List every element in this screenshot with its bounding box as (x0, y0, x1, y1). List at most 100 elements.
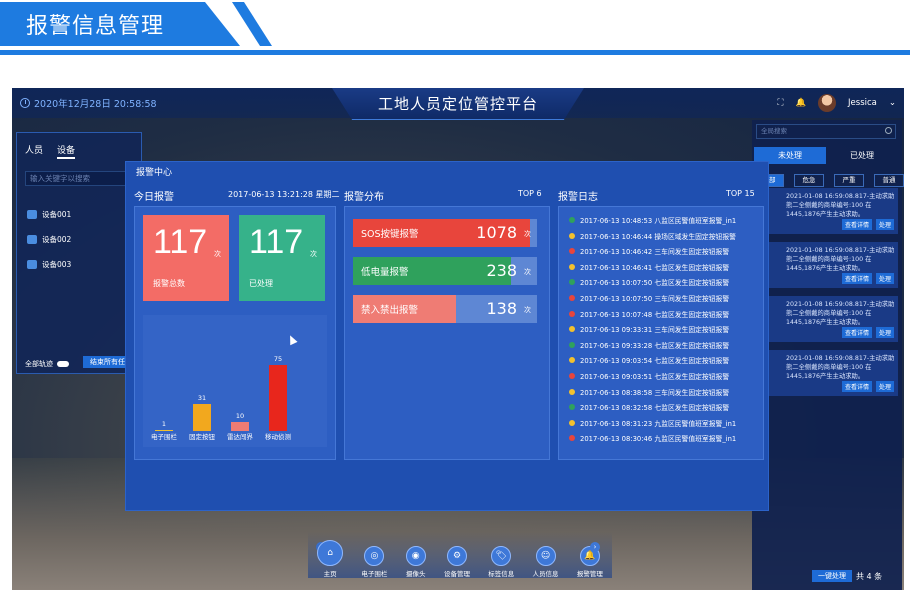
log-entry[interactable]: 2017-06-13 08:31:23 九监区民警值班室报警_in1 (569, 418, 736, 428)
dock-label: 人员信息 (532, 570, 559, 578)
platform-title-box: 工地人员定位管控平台 (332, 88, 584, 120)
distribution-panel: SOS按键报警 1078 次 低电量报警 238 次 禁入禁出报警 138 次 (344, 206, 550, 460)
log-entry[interactable]: 2017-06-13 10:46:42 三车间发生固定按钮报警 (569, 246, 729, 256)
log-entry[interactable]: 2017-06-13 09:33:31 三车间发生固定按钮报警 (569, 324, 729, 334)
log-entry[interactable]: 2017-06-13 10:07:50 三车间发生固定按钮报警 (569, 293, 729, 303)
alarm-status-dot (569, 310, 575, 317)
chevron-down-icon[interactable]: ⌄ (889, 98, 896, 108)
log-entry[interactable]: 2017-06-13 08:38:58 三车间发生固定按钮报警 (569, 387, 729, 397)
log-entry[interactable]: 2017-06-13 08:30:46 九监区民警值班室报警_in1 (569, 433, 736, 443)
bell-icon[interactable]: 🔔 (795, 98, 806, 108)
alarm-type-bar-chart: 1 电子围栏 31 固定按钮 10 雷达闯界 75 移动侦测 (143, 315, 327, 447)
alarm-status-dot (569, 279, 575, 286)
total-alarm-count: 117 (153, 223, 208, 261)
log-entry[interactable]: 2017-06-13 10:46:41 七监区发生固定按钮报警 (569, 262, 729, 272)
log-entry-text: 2017-06-13 08:32:58 七监区发生固定按钮报警 (580, 404, 730, 413)
filter-severe[interactable]: 严重 (834, 174, 864, 187)
device-item[interactable]: 设备003 (27, 259, 71, 270)
log-entry-text: 2017-06-13 09:03:54 七监区发生固定按钮报警 (580, 357, 730, 366)
handled-alarm-count: 117 (249, 223, 304, 261)
alarm-card-actions: 查看详情 处理 (841, 273, 894, 284)
dock-next-arrow[interactable]: › (590, 542, 600, 552)
tab-people[interactable]: 人员 (25, 143, 43, 159)
header-underline (0, 50, 910, 55)
device-item[interactable]: 设备002 (27, 234, 71, 245)
bulk-handle-button[interactable]: 一键处理 (812, 570, 852, 582)
view-detail-button[interactable]: 查看详情 (841, 273, 872, 284)
tab-handled[interactable]: 已处理 (826, 147, 898, 164)
distribution-bar[interactable]: 禁入禁出报警 138 次 (353, 295, 537, 323)
alarm-card[interactable]: 普通 2021-01-08 16:59:08.817-主动求助 熊二全侧戴的商单… (754, 242, 898, 288)
bar-category-label: 电子围栏 (151, 433, 177, 441)
distribution-bar[interactable]: SOS按键报警 1078 次 (353, 219, 537, 247)
dock-item[interactable]: ⚙ 设备管理 (444, 546, 470, 578)
tab-devices[interactable]: 设备 (57, 143, 76, 159)
log-entry-text: 2017-06-13 10:07:48 七监区发生固定按钮报警 (580, 310, 730, 319)
device-item[interactable]: 设备001 (27, 209, 71, 220)
right-panel: 全局搜索 未处理 已处理 全部 危急 严重 普通 危急 2021-01-08 1… (752, 120, 904, 590)
dock-item[interactable]: ☺ 人员信息 (533, 546, 559, 578)
bar (231, 422, 249, 431)
alarm-status-dot (569, 341, 575, 348)
dock-icon: ◎ (364, 546, 385, 566)
total-alarm-box: 117 次 报警总数 (143, 215, 229, 301)
log-entry[interactable]: 2017-06-13 10:46:44 操场区域发生固定按钮报警 (569, 231, 736, 241)
dock-label: 主页 (323, 570, 337, 578)
distribution-bar[interactable]: 低电量报警 238 次 (353, 257, 537, 285)
distribution-value: 238 (486, 261, 517, 280)
device-label: 设备002 (42, 235, 72, 244)
avatar[interactable] (818, 94, 837, 112)
search-icon[interactable] (885, 127, 892, 134)
log-entry[interactable]: 2017-06-13 09:33:28 七监区发生固定按钮报警 (569, 340, 729, 350)
view-detail-button[interactable]: 查看详情 (841, 219, 872, 230)
alarm-card-actions: 查看详情 处理 (841, 219, 894, 230)
log-entry[interactable]: 2017-06-13 09:03:51 七监区发生固定按钮报警 (569, 371, 729, 381)
alarm-card[interactable]: 严重 2021-01-08 16:59:08.817-主动求助 熊二全侧戴的商单… (754, 296, 898, 342)
log-entry[interactable]: 2017-06-13 10:07:48 七监区发生固定按钮报警 (569, 309, 729, 319)
dock-item[interactable]: ◉ 摄像头 (405, 546, 426, 578)
bar-category-label: 雷达闯界 (227, 433, 253, 441)
global-search-input[interactable]: 全局搜索 (756, 124, 896, 139)
dock-icon: ☺ (535, 546, 556, 566)
today-alarm-panel: 117 次 报警总数 117 次 已处理 1 电子围栏 31 固定按钮 10 雷达闯界 75… (134, 206, 336, 460)
view-detail-button[interactable]: 查看详情 (841, 327, 872, 338)
distribution-unit: 次 (524, 230, 531, 238)
alarm-card-text: 2021-01-08 16:59:08.817-主动求助 熊二全侧戴的商单编号:… (786, 193, 895, 218)
left-panel: 人员 设备 输入关键字以搜索 设备001 设备002 设备003 全部轨迹 结束… (16, 132, 142, 374)
all-tracks-toggle[interactable] (57, 361, 69, 367)
handle-button[interactable]: 处理 (875, 273, 894, 284)
fullscreen-icon[interactable]: ⛶ (777, 98, 783, 108)
filter-normal[interactable]: 普通 (874, 174, 904, 187)
distribution-name: 低电量报警 (361, 267, 409, 278)
dock-item[interactable]: ◎ 电子围栏 (361, 546, 387, 578)
device-search-input[interactable]: 输入关键字以搜索 (25, 171, 135, 186)
total-count: 共 4 条 (856, 571, 883, 581)
filter-critical[interactable]: 危急 (794, 174, 824, 187)
datetime-text: 2020年12月28日 20:58:58 (34, 99, 157, 110)
alarm-card[interactable]: 危急 2021-01-08 16:59:08.817-主动求助 熊二全侧戴的商单… (754, 350, 898, 396)
dock-icon: ◉ (405, 546, 426, 566)
handle-button[interactable]: 处理 (875, 327, 894, 338)
view-detail-button[interactable]: 查看详情 (841, 381, 872, 392)
log-entry[interactable]: 2017-06-13 10:48:53 八监区民警值班室报警_in1 (569, 215, 736, 225)
log-entry[interactable]: 2017-06-13 10:07:50 七监区发生固定按钮报警 (569, 277, 729, 287)
dock-label: 摄像头 (405, 570, 426, 578)
distribution-name: 禁入禁出报警 (361, 305, 419, 316)
header-stripe (232, 2, 272, 46)
handle-button[interactable]: 处理 (875, 381, 894, 392)
bar-value-label: 1 (161, 420, 167, 428)
distribution-value: 138 (486, 299, 517, 318)
user-name[interactable]: Jessica (848, 98, 877, 108)
log-entry[interactable]: 2017-06-13 09:03:54 七监区发生固定按钮报警 (569, 355, 729, 365)
log-entry-text: 2017-06-13 10:07:50 三车间发生固定按钮报警 (580, 295, 730, 303)
dock-item[interactable]: ⌂ 主页 (317, 540, 344, 578)
distribution-unit: 次 (524, 268, 531, 276)
page-header: 报警信息管理 (0, 0, 910, 56)
dock-item[interactable]: 🔔 报警管理 (577, 546, 603, 578)
handle-button[interactable]: 处理 (875, 219, 894, 230)
dock-item[interactable]: 🏷 标签信息 (488, 546, 514, 578)
dock-label: 电子围栏 (361, 570, 388, 578)
log-entry[interactable]: 2017-06-13 08:32:58 七监区发生固定按钮报警 (569, 402, 729, 412)
distribution-title: 报警分布 (344, 192, 384, 203)
alarm-card[interactable]: 危急 2021-01-08 16:59:08.817-主动求助 熊二全侧戴的商单… (754, 188, 898, 234)
